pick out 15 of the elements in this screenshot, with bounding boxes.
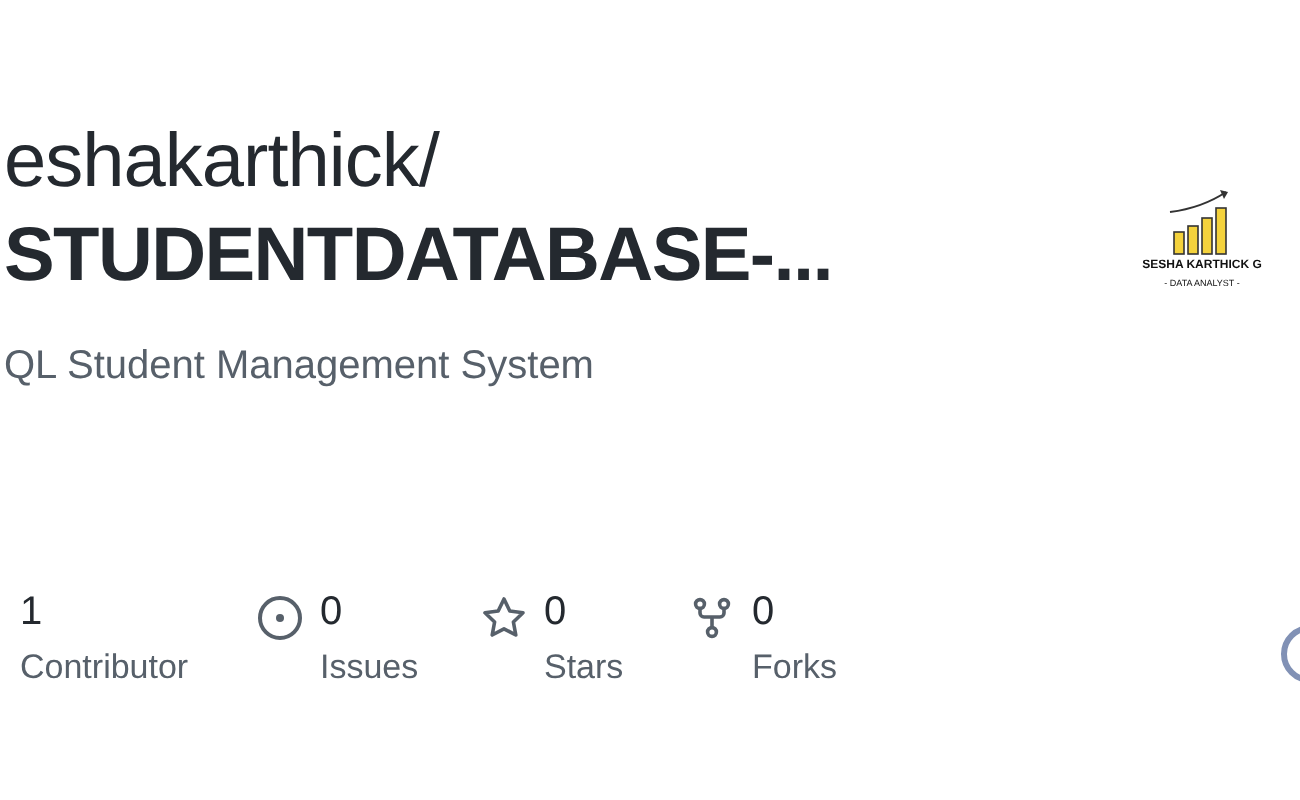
stat-count: 0 [752, 590, 777, 636]
fork-icon [688, 594, 736, 642]
stat-label: Stars [544, 648, 624, 688]
repo-description: QL Student Management System [4, 344, 596, 390]
repo-name: STUDENTDATABASE-... [4, 212, 833, 302]
repo-owner: eshakarthick/ [4, 118, 442, 208]
stat-label: Forks [752, 648, 837, 688]
issue-icon [256, 594, 304, 642]
star-icon [480, 594, 528, 642]
stat-count: 0 [320, 590, 345, 636]
avatar-icon [1280, 624, 1300, 684]
stat-label: Issues [320, 648, 419, 688]
stat-label: Contributor [20, 648, 189, 688]
stat-count: 0 [544, 590, 569, 636]
stat-count: 1 [20, 590, 45, 636]
